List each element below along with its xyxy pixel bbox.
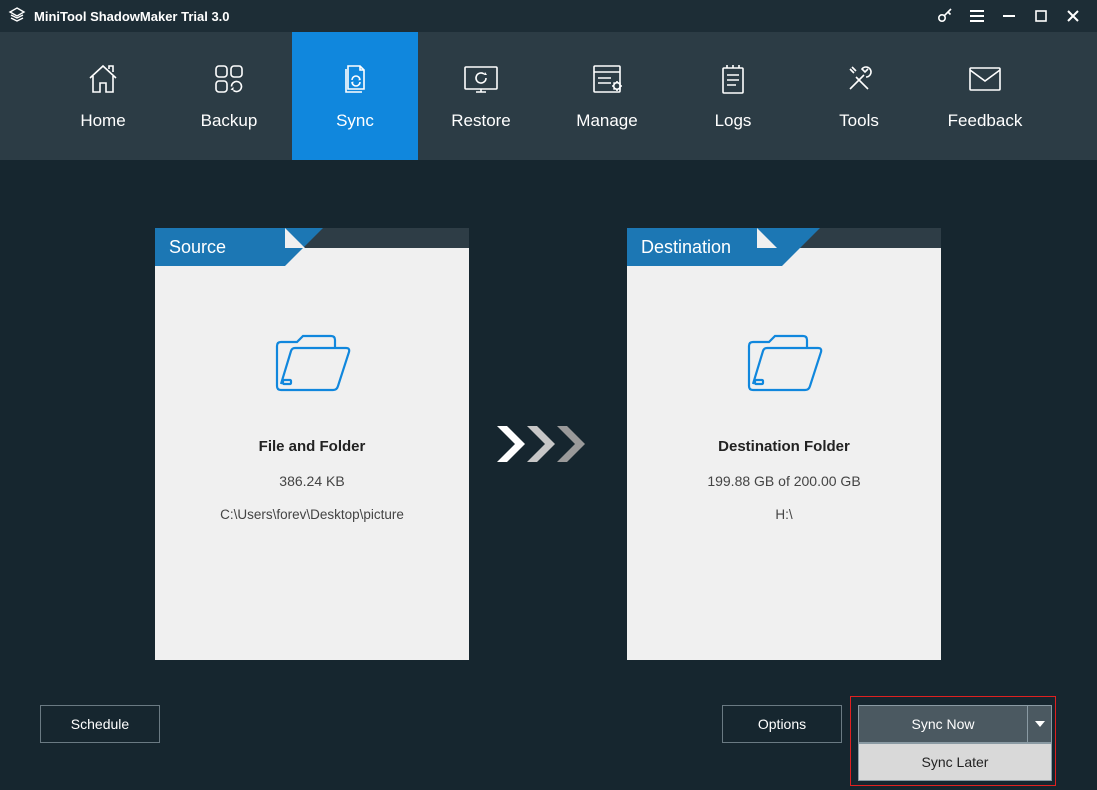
sync-later-label: Sync Later (922, 754, 989, 770)
source-title: File and Folder (259, 438, 366, 455)
logs-icon (716, 61, 750, 97)
arrow-icon (495, 422, 605, 466)
nav-label: Backup (201, 111, 258, 131)
destination-title: Destination Folder (718, 438, 850, 455)
maximize-button[interactable] (1025, 0, 1057, 32)
source-size: 386.24 KB (279, 473, 344, 489)
nav-logs[interactable]: Logs (670, 32, 796, 160)
nav-restore[interactable]: Restore (418, 32, 544, 160)
nav-label: Logs (715, 111, 752, 131)
app-title: MiniTool ShadowMaker Trial 3.0 (34, 9, 230, 24)
folder-icon (741, 326, 827, 398)
syncnow-dropdown-highlight: Sync Now Sync Later (850, 696, 1056, 786)
manage-icon (587, 61, 627, 97)
destination-card[interactable]: Destination Destination Folder 199.88 GB… (627, 228, 941, 660)
key-icon[interactable] (929, 0, 961, 32)
sync-icon (336, 61, 374, 97)
options-button[interactable]: Options (722, 705, 842, 743)
restore-icon (459, 61, 503, 97)
destination-header: Destination (627, 228, 941, 266)
schedule-label: Schedule (71, 716, 129, 732)
nav-home[interactable]: Home (40, 32, 166, 160)
backup-icon (210, 61, 248, 97)
main-area: Source File and Folder 386.24 KB C:\User… (0, 160, 1097, 790)
source-header-label: Source (169, 237, 226, 258)
tools-icon (840, 61, 878, 97)
sync-now-label: Sync Now (911, 716, 974, 732)
home-icon (84, 61, 122, 97)
destination-path: H:\ (775, 507, 792, 522)
nav-backup[interactable]: Backup (166, 32, 292, 160)
sync-later-option[interactable]: Sync Later (858, 743, 1052, 781)
nav-label: Restore (451, 111, 511, 131)
nav-tools[interactable]: Tools (796, 32, 922, 160)
destination-size: 199.88 GB of 200.00 GB (707, 473, 860, 489)
schedule-button[interactable]: Schedule (40, 705, 160, 743)
navbar: Home Backup Sync Restore Manage Logs T (0, 32, 1097, 160)
app-logo-icon (8, 7, 26, 25)
nav-sync[interactable]: Sync (292, 32, 418, 160)
minimize-button[interactable] (993, 0, 1025, 32)
nav-label: Feedback (948, 111, 1023, 131)
folder-icon (269, 326, 355, 398)
source-path: C:\Users\forev\Desktop\picture (220, 507, 404, 522)
nav-manage[interactable]: Manage (544, 32, 670, 160)
nav-label: Sync (336, 111, 374, 131)
nav-label: Home (80, 111, 125, 131)
nav-label: Manage (576, 111, 637, 131)
close-button[interactable] (1057, 0, 1089, 32)
nav-label: Tools (839, 111, 879, 131)
caret-down-icon (1035, 720, 1045, 728)
options-label: Options (758, 716, 806, 732)
sync-now-dropdown-toggle[interactable] (1028, 705, 1052, 743)
nav-feedback[interactable]: Feedback (922, 32, 1048, 160)
menu-icon[interactable] (961, 0, 993, 32)
source-card[interactable]: Source File and Folder 386.24 KB C:\User… (155, 228, 469, 660)
destination-header-label: Destination (641, 237, 731, 258)
source-header: Source (155, 228, 469, 266)
feedback-icon (965, 61, 1005, 97)
titlebar: MiniTool ShadowMaker Trial 3.0 (0, 0, 1097, 32)
sync-now-button[interactable]: Sync Now (858, 705, 1028, 743)
